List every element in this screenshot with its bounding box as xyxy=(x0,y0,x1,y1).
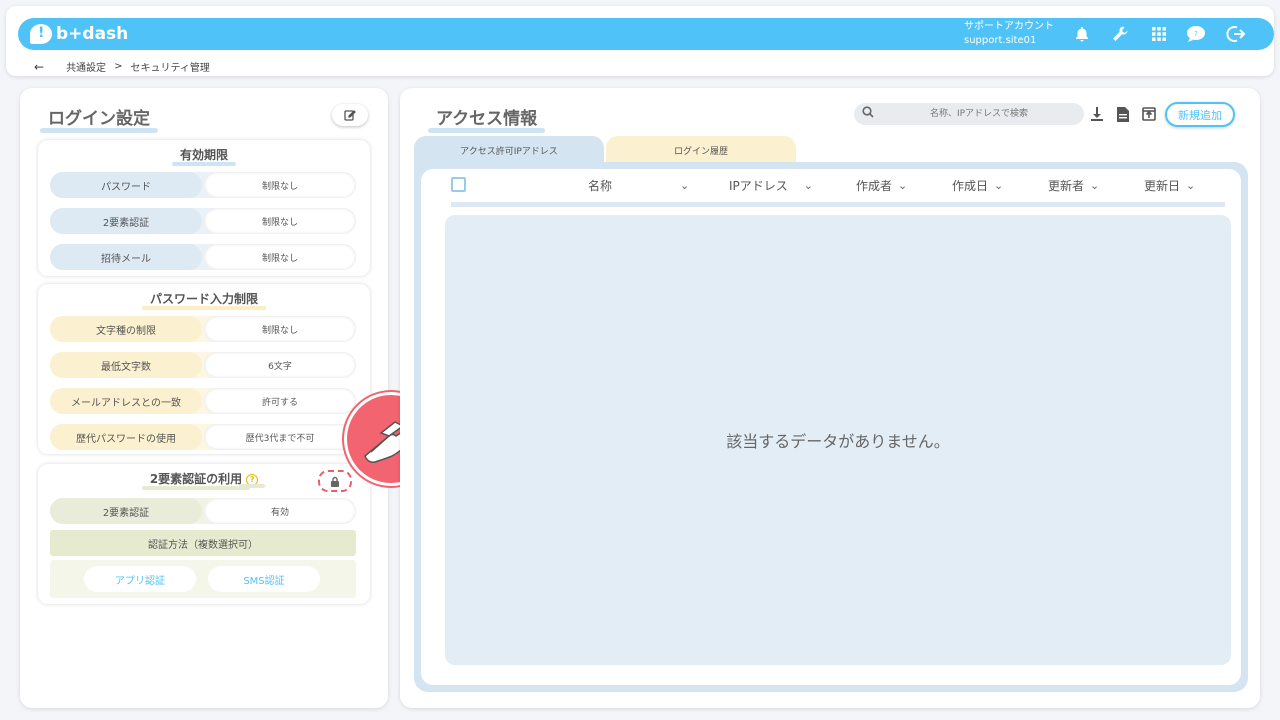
select-all-checkbox[interactable] xyxy=(451,177,466,192)
logo-icon xyxy=(30,24,52,44)
chevron-down-icon: ⌄ xyxy=(1090,179,1100,192)
row-label: 2要素認証 xyxy=(50,208,202,234)
row-value: 許可する xyxy=(204,388,356,414)
column-label: IPアドレス xyxy=(729,179,788,193)
row-label: パスワード xyxy=(50,172,202,198)
account-label: サポートアカウント xyxy=(964,21,1054,32)
empty-state-message: 該当するデータがありません。 xyxy=(445,215,1231,665)
row-label: 歴代パスワードの使用 xyxy=(50,424,202,450)
account-id: support.site01 xyxy=(964,35,1037,46)
table-container: 名称 ⌄ IPアドレス ⌄ 作成者 ⌄ 作成日 ⌄ 更新者 ⌄ 更新日 ⌄ 該当するデータが… xyxy=(421,169,1241,685)
column-label: 更新日 xyxy=(1144,179,1181,193)
lock-icon xyxy=(331,476,339,487)
search-icon xyxy=(862,106,874,121)
column-updater[interactable]: 更新者 ⌄ xyxy=(1048,177,1099,194)
password-row-charset: 文字種の制限 制限なし xyxy=(50,316,356,342)
password-row-minlength: 最低文字数 6文字 xyxy=(50,352,356,378)
row-value: 制限なし xyxy=(204,316,356,342)
breadcrumb: ← 共通設定 > セキュリティ管理 xyxy=(34,59,210,75)
bell-icon[interactable] xyxy=(1070,22,1094,46)
two-factor-card: 2要素認証の利用? 2要素認証 有効 認証方法（複数選択可） アプリ認証 SMS… xyxy=(38,464,370,604)
logo-text: b+dash xyxy=(56,24,129,44)
row-value: 有効 xyxy=(204,498,356,524)
column-ip[interactable]: IPアドレス ⌄ xyxy=(729,177,813,194)
password-row-email-match: メールアドレスとの一致 許可する xyxy=(50,388,356,414)
column-label: 作成者 xyxy=(856,179,893,193)
chevron-down-icon: ⌄ xyxy=(680,179,690,192)
expiry-title: 有効期限 xyxy=(171,148,237,166)
search-input[interactable] xyxy=(884,103,1074,125)
login-settings-panel: ログイン設定 有効期限 パスワード 制限なし 2要素認証 制限なし 招待メール … xyxy=(20,88,388,708)
top-bar: b+dash サポートアカウント support.site01 ? xyxy=(18,18,1274,50)
two-factor-title: 2要素認証の利用 xyxy=(141,472,251,490)
expiry-row-password: パスワード 制限なし xyxy=(50,172,356,198)
tab-allowed-ip[interactable]: アクセス許可IPアドレス xyxy=(414,136,604,164)
chevron-down-icon: ⌄ xyxy=(898,179,908,192)
column-created-date[interactable]: 作成日 ⌄ xyxy=(952,177,1003,194)
breadcrumb-parent[interactable]: 共通設定 xyxy=(66,59,106,74)
chevron-down-icon: ⌄ xyxy=(1186,179,1196,192)
column-creator[interactable]: 作成者 ⌄ xyxy=(856,177,907,194)
back-arrow-icon[interactable]: ← xyxy=(34,60,44,74)
table-header xyxy=(451,177,1225,207)
grid-icon[interactable] xyxy=(1147,22,1171,46)
two-factor-row: 2要素認証 有効 xyxy=(50,498,356,524)
password-limits-title: パスワード入力制限 xyxy=(141,292,267,310)
wrench-icon[interactable] xyxy=(1108,22,1132,46)
login-settings-title: ログイン設定 xyxy=(40,104,158,133)
column-label: 名称 xyxy=(588,179,613,193)
download-icon[interactable] xyxy=(1087,103,1107,125)
lock-button[interactable] xyxy=(318,470,352,492)
chevron-down-icon: ⌄ xyxy=(994,179,1004,192)
column-label: 更新者 xyxy=(1048,179,1085,193)
password-row-history: 歴代パスワードの使用 歴代3代まで不可 xyxy=(50,424,356,450)
chat-bubble-icon[interactable]: ? xyxy=(1184,22,1208,46)
edit-button[interactable] xyxy=(332,104,368,126)
expiry-row-2fa: 2要素認証 制限なし xyxy=(50,208,356,234)
row-value: 歴代3代まで不可 xyxy=(204,424,356,450)
document-icon[interactable] xyxy=(1113,103,1133,125)
row-value: 6文字 xyxy=(204,352,356,378)
sms-auth-button[interactable]: SMS認証 xyxy=(208,566,320,592)
row-value: 制限なし xyxy=(204,172,356,198)
row-label: 招待メール xyxy=(50,244,202,270)
svg-text:?: ? xyxy=(1194,30,1198,38)
export-icon[interactable] xyxy=(1139,103,1159,125)
auth-method-options: アプリ認証 SMS認証 xyxy=(50,560,356,598)
search-box[interactable] xyxy=(854,103,1084,125)
access-info-panel: アクセス情報 新規追加 アクセス許可IPアドレス ログイン履歴 名称 ⌄ IPアド… xyxy=(400,88,1260,708)
app-auth-button[interactable]: アプリ認証 xyxy=(84,566,196,592)
column-updated-date[interactable]: 更新日 ⌄ xyxy=(1144,177,1195,194)
column-name[interactable]: 名称 ⌄ xyxy=(588,177,689,194)
account-info[interactable]: サポートアカウント support.site01 xyxy=(964,20,1054,48)
logout-icon[interactable] xyxy=(1224,22,1248,46)
row-value: 制限なし xyxy=(204,208,356,234)
breadcrumb-current: セキュリティ管理 xyxy=(130,63,210,74)
expiry-row-invite: 招待メール 制限なし xyxy=(50,244,356,270)
breadcrumb-separator: > xyxy=(114,61,123,72)
chevron-down-icon: ⌄ xyxy=(803,179,813,192)
row-label: 文字種の制限 xyxy=(50,316,202,342)
row-label: 2要素認証 xyxy=(50,498,202,524)
row-label: メールアドレスとの一致 xyxy=(50,388,202,414)
row-value: 制限なし xyxy=(204,244,356,270)
auth-method-label: 認証方法（複数選択可） xyxy=(50,530,356,556)
logo[interactable]: b+dash xyxy=(30,22,128,46)
expiry-card: 有効期限 パスワード 制限なし 2要素認証 制限なし 招待メール 制限なし xyxy=(38,140,370,276)
help-icon[interactable]: ? xyxy=(239,474,266,488)
tab-content: 名称 ⌄ IPアドレス ⌄ 作成者 ⌄ 作成日 ⌄ 更新者 ⌄ 更新日 ⌄ 該当するデータが… xyxy=(414,162,1248,692)
tab-login-history[interactable]: ログイン履歴 xyxy=(606,136,796,164)
access-info-title: アクセス情報 xyxy=(427,104,546,133)
password-limits-card: パスワード入力制限 文字種の制限 制限なし 最低文字数 6文字 メールアドレスと… xyxy=(38,284,370,454)
row-label: 最低文字数 xyxy=(50,352,202,378)
header: b+dash サポートアカウント support.site01 ? ← 共通設定… xyxy=(6,6,1274,76)
add-new-button[interactable]: 新規追加 xyxy=(1165,102,1235,127)
edit-icon xyxy=(344,110,356,121)
column-label: 作成日 xyxy=(952,179,989,193)
